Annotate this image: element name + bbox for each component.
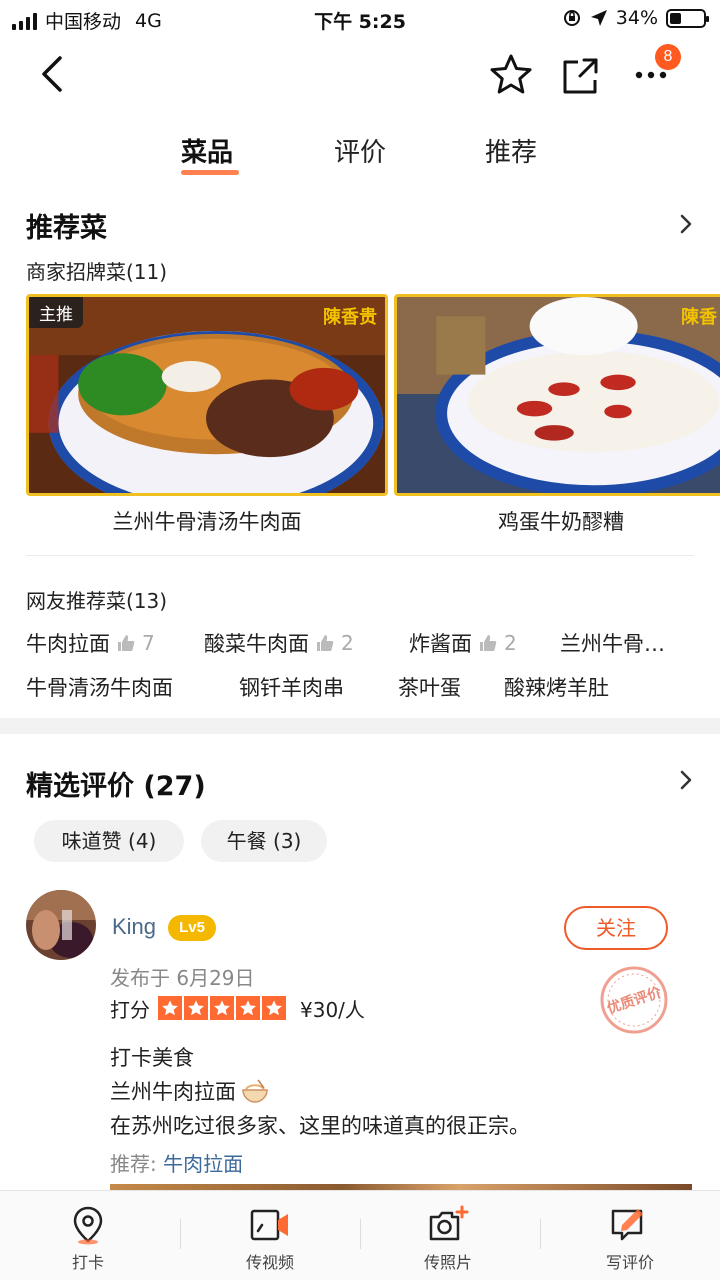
action-upload-video[interactable]: 传视频: [210, 1205, 330, 1273]
rec-dish-name: 钢钎羊肉串: [239, 676, 344, 700]
rec-dish-name: 茶叶蛋: [398, 676, 461, 700]
action-label: 打卡: [71, 1253, 104, 1272]
like-count: 2: [341, 631, 354, 655]
status-bar: 中国移动 4G 下午 5:25 34%: [0, 0, 720, 38]
rotation-lock-icon: [563, 10, 580, 26]
action-write-review[interactable]: 写评价: [570, 1205, 690, 1273]
rec-dish-item[interactable]: 钢钎羊肉串: [239, 672, 344, 702]
bottom-action-bar: 打卡 传视频 传照片 写评价: [0, 1190, 720, 1280]
tab-recommend[interactable]: 推荐: [485, 132, 537, 169]
battery-fill: [670, 12, 681, 24]
action-checkin[interactable]: 打卡: [28, 1205, 148, 1273]
brand-watermark: 陳香贵: [323, 307, 377, 328]
nav-bar: 8: [0, 38, 720, 110]
review-recommend-prefix: 推荐:: [110, 1152, 157, 1176]
like-count: 7: [142, 631, 155, 655]
review-recommend: 推荐: 牛肉拉面: [110, 1148, 243, 1177]
review-recommend-dish[interactable]: 牛肉拉面: [163, 1152, 243, 1176]
tab-reviews[interactable]: 评价: [334, 132, 386, 169]
review-username[interactable]: King: [112, 914, 156, 940]
review-text-line-wrap: 兰州牛肉拉面: [110, 1076, 270, 1106]
battery-label: 34%: [615, 7, 658, 29]
score-label: 打分: [110, 997, 150, 1022]
dish-card-rice-wine[interactable]: 陳香: [394, 294, 720, 496]
star-icon[interactable]: [488, 52, 534, 98]
rec-dish-name: 炸酱面: [409, 632, 472, 656]
review-filter-taste[interactable]: 味道赞 (4): [34, 820, 184, 862]
netizen-recommend-label: 网友推荐菜(13): [26, 589, 168, 613]
separator: [180, 1219, 181, 1249]
stamp-text: 优质评价: [605, 983, 664, 1017]
action-label: 传视频: [245, 1253, 294, 1272]
location-arrow-icon: [590, 10, 607, 26]
dish-photo-rice-wine: [397, 297, 720, 493]
camera-add-icon: [429, 1205, 469, 1241]
rec-dish-item[interactable]: 兰州牛骨…: [560, 628, 665, 658]
rec-dish-item[interactable]: 茶叶蛋: [398, 672, 461, 702]
user-level-badge: Lv5: [168, 915, 216, 941]
review-text-line: 在苏州吃过很多家、这里的味道真的很正宗。: [110, 1114, 530, 1138]
separator: [360, 1219, 361, 1249]
rating-star-icon: [236, 996, 260, 1020]
main-dish-tag: 主推: [29, 297, 83, 328]
rec-dish-name: 酸菜牛肉面: [204, 632, 309, 656]
location-pin-icon: [73, 1206, 103, 1245]
rec-dish-item[interactable]: 炸酱面 2: [409, 628, 517, 658]
rating-star-icon: [262, 996, 286, 1020]
review-text-line: 打卡美食: [110, 1046, 194, 1070]
action-upload-photo[interactable]: 传照片: [388, 1205, 508, 1273]
follow-button[interactable]: 关注: [564, 906, 668, 950]
back-icon[interactable]: [30, 50, 78, 98]
separator: [540, 1219, 541, 1249]
rating-star-icon: [210, 996, 234, 1020]
dish-card-noodles[interactable]: 主推 陳香贵: [26, 294, 388, 496]
thumbs-up-icon: [317, 635, 334, 651]
rec-dish-name: 酸辣烤羊肚: [504, 676, 609, 700]
action-label: 传照片: [423, 1253, 472, 1272]
divider: [26, 555, 694, 556]
thumbs-up-icon: [118, 635, 135, 651]
thumbs-up-icon: [480, 635, 497, 651]
section-title-reviews: 精选评价 (27): [26, 771, 206, 802]
rec-dish-item[interactable]: 酸辣烤羊肚: [504, 672, 609, 702]
notification-badge: 8: [655, 44, 681, 70]
review-text-line: 兰州牛肉拉面: [110, 1080, 236, 1104]
rating-stars: [158, 996, 286, 1020]
rating-star-icon: [158, 996, 182, 1020]
rec-dish-item[interactable]: 牛肉拉面 7: [26, 628, 155, 658]
rating-star-icon: [184, 996, 208, 1020]
tab-dishes[interactable]: 菜品: [181, 132, 233, 169]
like-count: 2: [504, 631, 517, 655]
tab-active-indicator: [181, 170, 239, 175]
video-upload-icon: [250, 1209, 288, 1241]
chevron-right-icon[interactable]: [674, 768, 698, 792]
chevron-right-icon[interactable]: [674, 212, 698, 236]
rec-dish-name: 牛骨清汤牛肉面: [26, 676, 173, 700]
quality-review-stamp: 优质评价: [600, 966, 668, 1034]
review-filter-lunch[interactable]: 午餐 (3): [201, 820, 327, 862]
section-title-recommended: 推荐菜: [26, 213, 107, 244]
rec-dish-item[interactable]: 酸菜牛肉面 2: [204, 628, 354, 658]
price-per-person: ¥30/人: [300, 997, 365, 1022]
signature-dishes-label: 商家招牌菜(11): [26, 260, 168, 284]
tab-bar: 菜品 评价 推荐: [0, 132, 720, 182]
rec-dish-item[interactable]: 牛骨清汤牛肉面: [26, 672, 173, 702]
write-review-icon: [611, 1209, 643, 1241]
share-icon[interactable]: [558, 52, 604, 98]
rec-dish-name: 牛肉拉面: [26, 632, 110, 656]
section-separator: [0, 718, 720, 734]
battery-icon: [666, 8, 709, 28]
action-label: 写评价: [605, 1253, 654, 1272]
avatar[interactable]: [26, 890, 96, 960]
brand-watermark: 陳香: [681, 307, 717, 328]
dish-name: 鸡蛋牛奶醪糟: [498, 510, 624, 534]
review-score-row: 打分 ¥30/人: [110, 994, 365, 1022]
dish-name: 兰州牛骨清汤牛肉面: [112, 510, 302, 534]
rec-dish-name: 兰州牛骨…: [560, 632, 665, 656]
review-date: 发布于 6月29日: [110, 966, 255, 990]
status-right: 34%: [562, 7, 709, 29]
noodle-bowl-icon: [242, 1079, 268, 1103]
